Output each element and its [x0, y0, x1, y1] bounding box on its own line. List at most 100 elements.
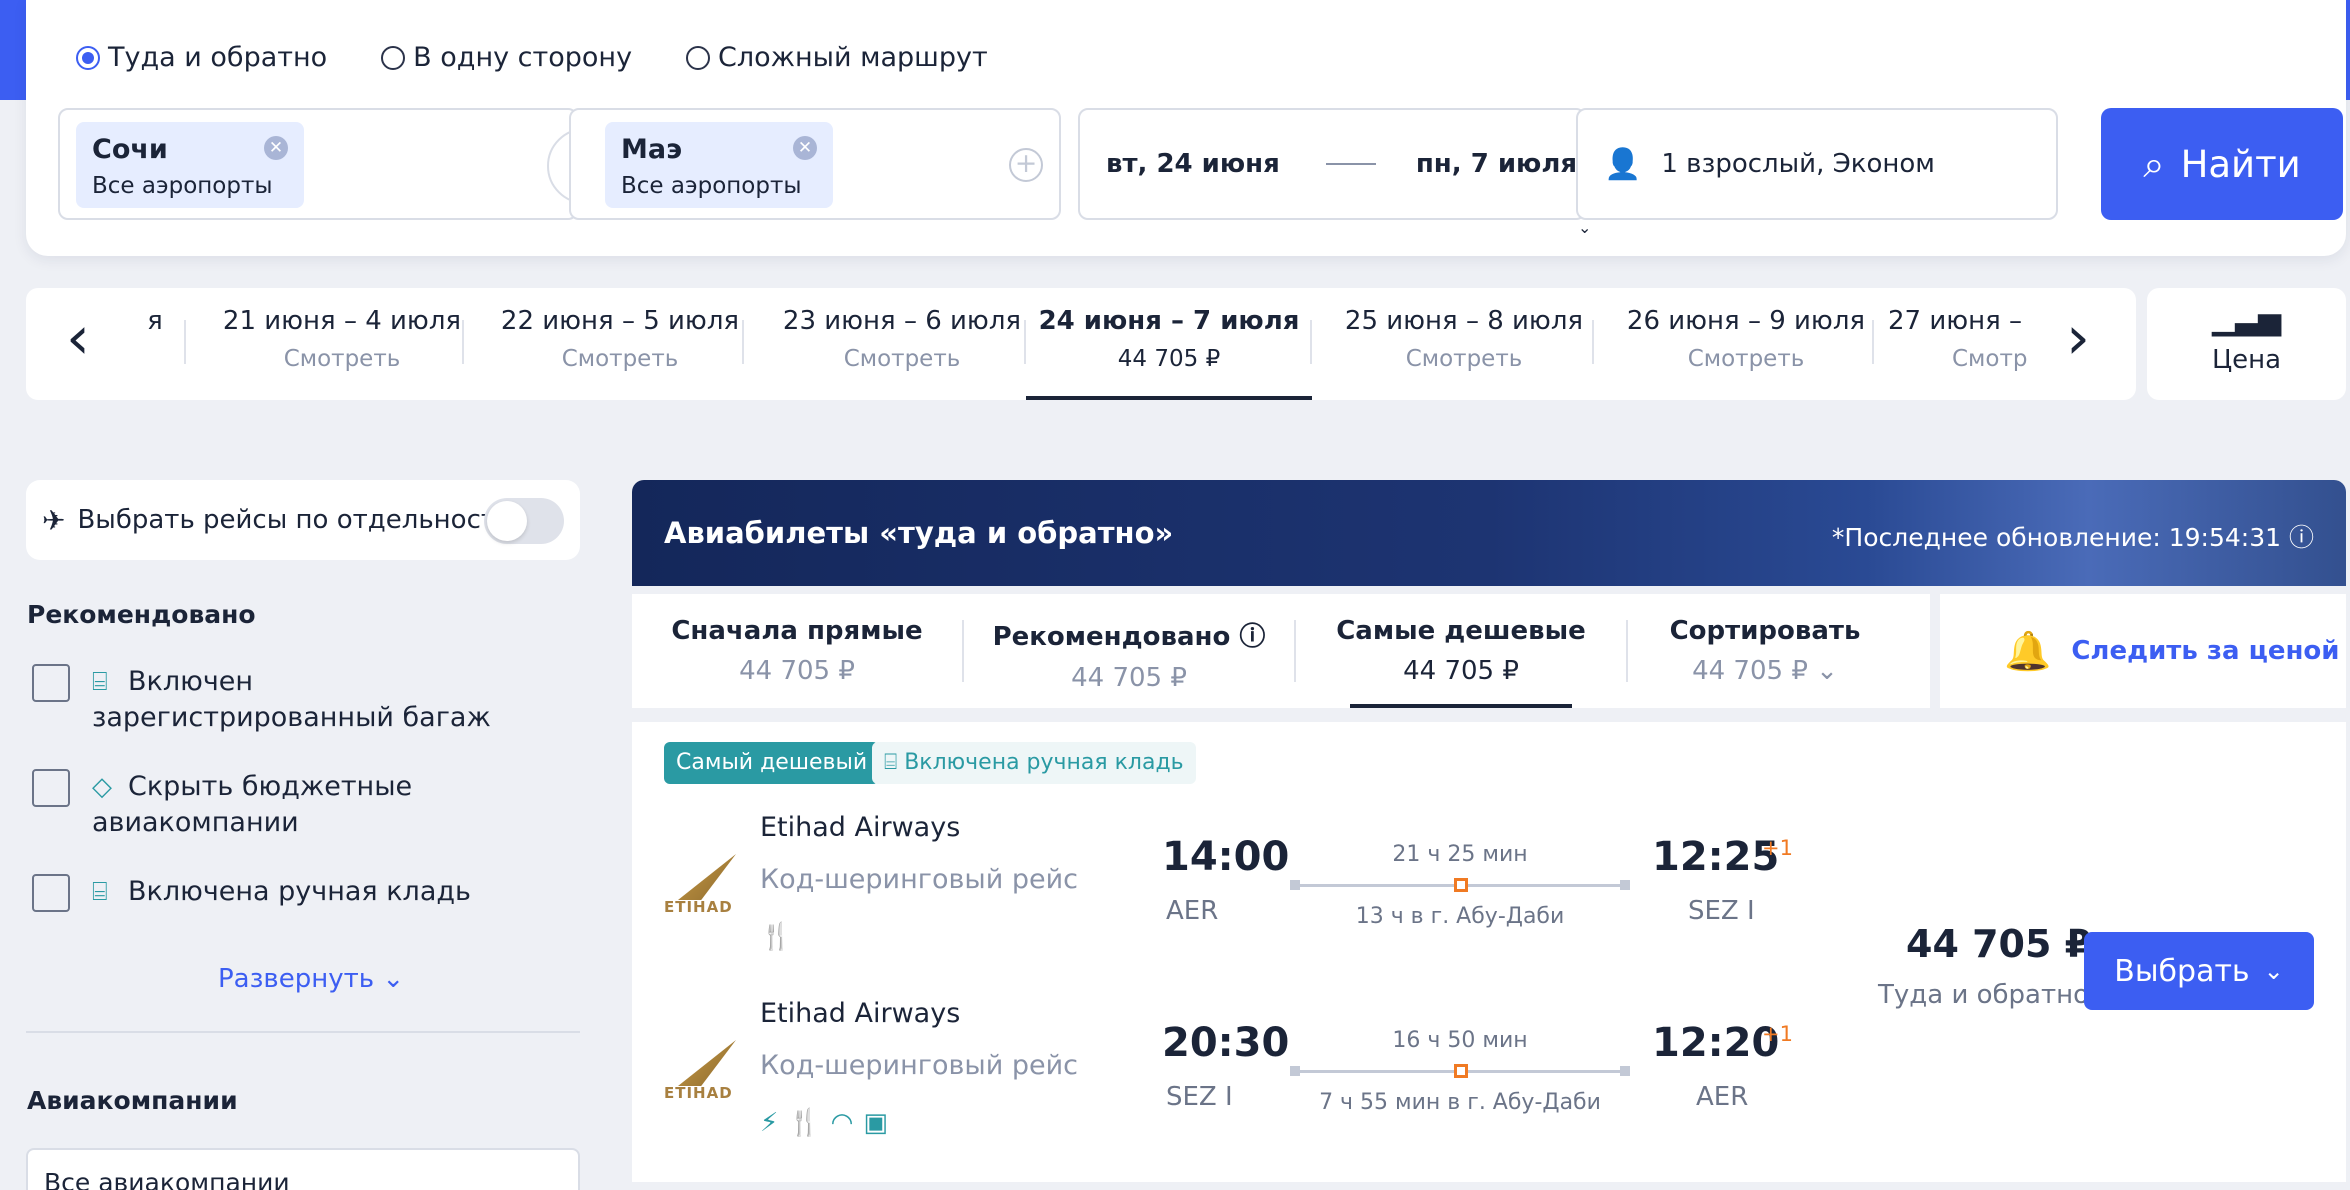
badge-label: Включена ручная кладь — [904, 750, 1184, 775]
separate-flights-switch[interactable] — [484, 498, 564, 544]
arrival-code: SEZ I — [1688, 896, 1755, 926]
radio-one-way[interactable]: В одну сторону — [381, 42, 632, 73]
expand-label: Развернуть — [218, 964, 375, 994]
price-label: Цена — [2211, 345, 2282, 375]
amenities: ⚡🍴◠▣ — [760, 1108, 898, 1138]
tab-recommended[interactable]: Рекомендовано ⓘ 44 705 ₽ — [964, 594, 1294, 708]
stop-marker — [1454, 1064, 1468, 1078]
chevron-down-icon: ⌄ — [2263, 957, 2284, 985]
destination-airports: Все аэропорты — [621, 173, 802, 199]
checkbox[interactable] — [32, 874, 70, 912]
route-line — [1290, 878, 1630, 892]
next-day-badge: +1 — [1762, 1022, 1793, 1046]
trip-type-group: Туда и обратно В одну сторону Сложный ма… — [76, 42, 1042, 73]
badge-cheapest: Самый дешевый — [664, 742, 880, 784]
date-option[interactable]: 22 июня – 5 июля Смотреть — [484, 288, 756, 400]
filter-hand-luggage[interactable]: ⌸ Включена ручная кладь — [32, 874, 532, 912]
sort-tabs: Сначала прямые 44 705 ₽ Рекомендовано ⓘ … — [632, 594, 1930, 708]
date-price: 44 705 ₽ — [1117, 346, 1221, 372]
date-option[interactable]: 25 июня – 8 июля Смотреть — [1328, 288, 1600, 400]
filter-checked-baggage[interactable]: ⌸ Включен зарегистрированный багаж — [32, 664, 532, 736]
add-route-icon[interactable]: + — [1009, 148, 1043, 182]
chevron-left-icon[interactable]: ‹ — [66, 308, 90, 368]
filter-label: Скрыть бюджетные авиакомпании — [92, 771, 413, 838]
logo-wing — [678, 854, 736, 900]
departure-time: 14:00 — [1162, 834, 1290, 880]
entertainment-icon: ▣ — [863, 1108, 898, 1138]
info-icon[interactable]: ⓘ — [1239, 622, 1265, 652]
flight-segment-outbound: ETIHAD Etihad Airways Код-шеринговый рей… — [632, 812, 1832, 962]
destination-city: Маэ — [621, 134, 683, 165]
clear-destination-icon[interactable]: ✕ — [793, 136, 817, 160]
meal-icon: 🍴 — [788, 1108, 831, 1138]
tab-label: Сортировать — [1669, 616, 1861, 646]
airline-name: Etihad Airways — [760, 812, 961, 843]
watch-price-button[interactable]: 🔔 Следить за ценой — [1940, 594, 2346, 708]
layover: 7 ч 55 мин в г. Абу-Даби — [1319, 1090, 1601, 1115]
expand-filters-link[interactable]: Развернуть ⌄ — [218, 964, 404, 994]
bell-icon: 🔔 — [2004, 628, 2052, 673]
date-option[interactable]: 21 июня – 4 июля Смотреть — [206, 288, 478, 400]
radio-multi-city[interactable]: Сложный маршрут — [686, 42, 988, 73]
logo-text: ETIHAD — [664, 1084, 733, 1102]
passengers-field[interactable]: 👤 1 взрослый, Эконом ⌄ — [1576, 108, 2058, 237]
date-range: 21 июня – 4 июля — [222, 306, 462, 336]
dates-field[interactable]: вт, 24 июня пн, 7 июля — [1078, 108, 1586, 220]
arrival-time: 12:25 — [1652, 834, 1780, 880]
arrival-time: 12:20 — [1652, 1020, 1780, 1066]
next-day-badge: +1 — [1762, 836, 1793, 860]
destination-field[interactable]: Маэ Все аэропорты ✕ + — [569, 108, 1061, 220]
radio-label: Сложный маршрут — [718, 42, 988, 73]
tab-cheapest[interactable]: Самые дешевые 44 705 ₽ — [1296, 594, 1626, 708]
date-range: 24 июня – 7 июля — [1038, 306, 1300, 336]
hand-luggage-icon: ⌸ — [92, 877, 108, 907]
depart-date: вт, 24 июня — [1106, 149, 1280, 179]
passengers-display: 👤 1 взрослый, Эконом — [1578, 110, 2056, 218]
stop-marker — [1454, 878, 1468, 892]
date-option[interactable]: 27 июня – Смотр — [1888, 288, 2040, 400]
ticket-card[interactable]: Самый дешевый ⌸ Включена ручная кладь ET… — [632, 722, 2346, 1182]
date-option[interactable]: 26 июня – 9 июля Смотреть — [1610, 288, 1882, 400]
price-calendar-button[interactable]: ▁▃▅ Цена — [2147, 288, 2346, 400]
origin-chip: Сочи Все аэропорты ✕ — [76, 122, 304, 208]
date-option[interactable]: 23 июня – 6 июля Смотреть — [766, 288, 1038, 400]
filter-hide-budget[interactable]: ◇ Скрыть бюджетные авиакомпании — [32, 769, 532, 841]
find-button[interactable]: ⌕ Найти — [2101, 108, 2343, 220]
date-range: 23 июня – 6 июля — [782, 306, 1022, 336]
info-icon[interactable]: ⓘ — [2289, 523, 2314, 552]
price-note: Туда и обратно — [1878, 980, 2090, 1010]
origin-field[interactable]: Сочи Все аэропорты ✕ — [58, 108, 578, 220]
person-icon: 👤 — [1604, 146, 1642, 182]
date-option-selected[interactable]: 24 июня – 7 июля 44 705 ₽ — [1026, 288, 1312, 400]
date-sub: Смотреть — [561, 346, 679, 372]
tab-sort[interactable]: Сортировать 44 705 ₽ ⌄ — [1600, 594, 1930, 708]
select-button[interactable]: Выбрать ⌄ — [2084, 932, 2314, 1010]
date-range: я — [147, 306, 163, 336]
separate-flights-toggle-card: ✈ Выбрать рейсы по отдельности — [26, 480, 580, 560]
search-panel: Туда и обратно В одну сторону Сложный ма… — [26, 0, 2346, 256]
chevron-down-icon: ⌄ — [1816, 656, 1838, 686]
filter-label: Включен зарегистрированный багаж — [92, 666, 491, 733]
airlines-select[interactable]: Все авиакомпании — [26, 1148, 580, 1190]
departure-code: SEZ I — [1166, 1082, 1233, 1112]
tab-price: 44 705 ₽ — [739, 656, 855, 686]
chevron-right-icon[interactable]: › — [2066, 308, 2090, 368]
tag-icon: ◇ — [92, 772, 112, 802]
radio-round-trip[interactable]: Туда и обратно — [76, 42, 327, 73]
clear-origin-icon[interactable]: ✕ — [264, 136, 288, 160]
divider — [26, 1031, 580, 1033]
checkbox[interactable] — [32, 769, 70, 807]
return-date: пн, 7 июля — [1415, 149, 1578, 179]
dates-display: вт, 24 июня пн, 7 июля — [1080, 110, 1584, 218]
switch-knob — [487, 501, 527, 541]
luggage-icon: ⌸ — [92, 667, 108, 697]
select-label: Выбрать — [2114, 953, 2250, 989]
find-label: Найти — [2180, 142, 2301, 186]
tab-direct-first[interactable]: Сначала прямые 44 705 ₽ — [632, 594, 962, 708]
tab-label: Сначала прямые — [671, 616, 923, 646]
tab-label: Самые дешевые — [1336, 616, 1586, 646]
date-option[interactable]: я — [130, 288, 180, 400]
radio-dot — [686, 45, 711, 70]
checkbox[interactable] — [32, 664, 70, 702]
route-start — [1290, 880, 1300, 890]
